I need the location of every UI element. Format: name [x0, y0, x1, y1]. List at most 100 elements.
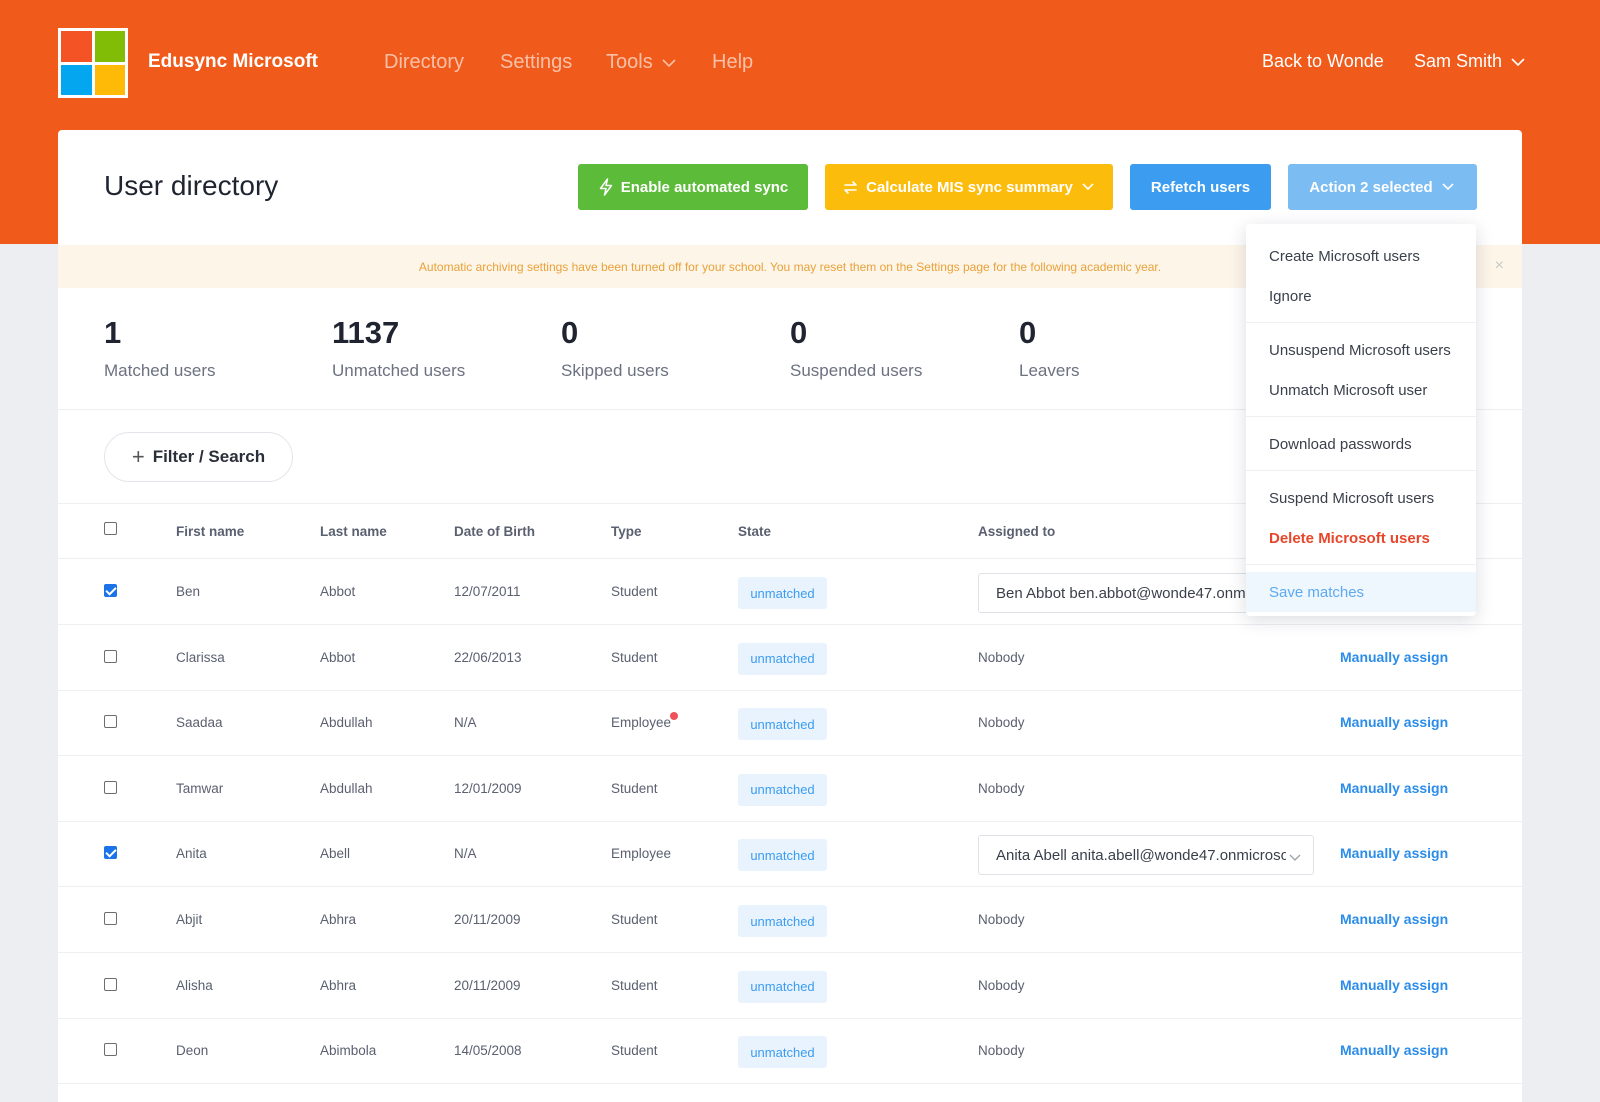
dob-cell: N/A	[454, 846, 477, 862]
brand-name: Edusync Microsoft	[148, 51, 318, 72]
state-badge: unmatched	[738, 905, 827, 937]
table-row: Tamwar Abdullah 12/01/2009 Student unmatched…	[58, 757, 1522, 822]
manually-assign-link[interactable]: Manually assign	[1340, 911, 1448, 927]
assigned-select-value: Anita Abell anita.abell@wonde47.onmicros…	[996, 846, 1286, 864]
back-to-wonde-link[interactable]: Back to Wonde	[1262, 51, 1384, 72]
menu-item-download-passwords[interactable]: Download passwords	[1246, 424, 1476, 464]
assigned-cell: Nobody	[978, 780, 1025, 796]
row-checkbox[interactable]	[104, 715, 117, 729]
table-row: Deon Abimbola 14/05/2008 Student unmatched No…	[58, 1019, 1522, 1085]
menu-item-unsuspend-microsoft-users[interactable]: Unsuspend Microsoft users	[1246, 330, 1476, 370]
state-badge: unmatched	[738, 839, 827, 872]
assigned-cell: Nobody	[978, 977, 1025, 993]
column-assigned-to[interactable]: Assigned to	[978, 524, 1055, 539]
nav-directory-label: Directory	[384, 51, 465, 73]
manually-assign-link[interactable]: Manually assign	[1340, 845, 1448, 861]
filter-search-button[interactable]: + Filter / Search	[104, 432, 293, 482]
manually-assign-link[interactable]: Manually assign	[1340, 780, 1448, 796]
select-all-checkbox[interactable]	[104, 522, 117, 535]
calculate-summary-label: Calculate MIS sync summary	[866, 178, 1073, 196]
menu-item-unmatch-microsoft-user[interactable]: Unmatch Microsoft user	[1246, 370, 1476, 410]
column-state[interactable]: State	[738, 524, 771, 539]
column-type[interactable]: Type	[611, 524, 642, 539]
menu-divider	[1246, 564, 1476, 565]
last-name-cell: Abdullah	[320, 715, 373, 731]
menu-item-create-microsoft-users[interactable]: Create Microsoft users	[1246, 236, 1476, 276]
row-checkbox[interactable]	[104, 846, 117, 860]
type-cell: Employee	[611, 846, 672, 862]
sync-icon	[844, 180, 857, 194]
nav-settings[interactable]: Settings	[500, 51, 572, 74]
assigned-cell: Nobody	[978, 649, 1025, 665]
menu-item-delete-microsoft-users[interactable]: Delete Microsoft users	[1246, 518, 1476, 558]
first-name-cell: Clarissa	[176, 649, 225, 665]
first-name-cell: Abjit	[176, 912, 203, 927]
state-badge: unmatched	[738, 577, 827, 609]
row-checkbox[interactable]	[104, 649, 117, 663]
state-badge: unmatched	[738, 970, 827, 1003]
action-selected-button[interactable]: Action 2 selected	[1288, 164, 1477, 210]
column-date-of-birth[interactable]: Date of Birth	[454, 524, 535, 539]
row-checkbox[interactable]	[104, 584, 117, 597]
stat-label: Unmatched users	[332, 361, 466, 380]
type-cell: Student	[611, 780, 658, 796]
last-name-cell: Abhra	[320, 977, 357, 993]
row-checkbox[interactable]	[104, 780, 117, 794]
stat-suspended: 0 Suspended users	[790, 315, 922, 381]
manually-assign-link[interactable]: Manually assign	[1340, 714, 1448, 730]
column-first-name[interactable]: First name	[176, 524, 244, 539]
user-name: Sam Smith	[1414, 51, 1503, 71]
column-last-name[interactable]: Last name	[320, 524, 387, 539]
nav-directory[interactable]: Directory	[384, 51, 464, 74]
menu-item-ignore[interactable]: Ignore	[1246, 276, 1476, 316]
calculate-summary-button[interactable]: Calculate MIS sync summary	[825, 164, 1113, 210]
navbar: Edusync Microsoft Directory Settings Too…	[0, 0, 1600, 128]
nav-tools-label: Tools	[606, 51, 653, 73]
type-cell: Student	[611, 912, 658, 927]
close-icon[interactable]: ×	[1495, 257, 1504, 275]
menu-item-suspend-microsoft-users[interactable]: Suspend Microsoft users	[1246, 478, 1476, 518]
stat-skipped: 0 Skipped users	[561, 315, 669, 381]
enable-sync-button[interactable]: Enable automated sync	[578, 164, 808, 210]
nav-help[interactable]: Help	[712, 51, 753, 74]
first-name-cell: Deon	[176, 1043, 209, 1059]
state-badge: unmatched	[738, 1036, 827, 1069]
logo-square	[61, 31, 92, 62]
dob-cell: N/A	[454, 715, 477, 731]
stat-label: Leavers	[1019, 361, 1080, 380]
page-title: User directory	[104, 170, 279, 201]
dob-cell: 20/11/2009	[454, 912, 521, 927]
state-badge: unmatched	[738, 642, 827, 675]
row-checkbox[interactable]	[104, 912, 117, 925]
logo-square	[94, 31, 125, 62]
back-link-label: Back to Wonde	[1262, 51, 1384, 71]
user-menu[interactable]: Sam Smith	[1414, 51, 1526, 72]
assigned-select[interactable]: Anita Abell anita.abell@wonde47.onmicros…	[978, 835, 1314, 876]
nav-settings-label: Settings	[500, 51, 573, 73]
stat-label: Suspended users	[790, 361, 923, 380]
table-row: Anita Abell N/A Employee unmatched Anita Abel…	[58, 822, 1522, 888]
row-checkbox[interactable]	[104, 1043, 117, 1057]
table-row: Abjit Abhra 20/11/2009 Student unmatched Nobo…	[58, 888, 1522, 953]
last-name-cell: Abimbola	[320, 1043, 377, 1059]
manually-assign-link[interactable]: Manually assign	[1340, 977, 1448, 993]
chevron-down-icon	[1289, 854, 1301, 862]
row-checkbox[interactable]	[104, 977, 117, 991]
menu-item-save-matches[interactable]: Save matches	[1246, 572, 1476, 612]
stat-value: 0	[790, 315, 808, 350]
action-selected-label: Action 2 selected	[1309, 178, 1433, 196]
manually-assign-link[interactable]: Manually assign	[1340, 649, 1448, 665]
nav-help-label: Help	[712, 51, 754, 73]
dob-cell: 20/11/2009	[454, 977, 521, 993]
state-badge: unmatched	[738, 773, 827, 806]
refetch-users-button[interactable]: Refetch users	[1130, 164, 1271, 210]
last-name-cell: Abbot	[320, 649, 356, 665]
menu-divider	[1246, 470, 1476, 471]
nav-tools[interactable]: Tools	[606, 51, 677, 74]
lightning-icon	[599, 178, 612, 196]
action-dropdown-menu: Create Microsoft users Ignore Unsuspend Mi…	[1246, 224, 1476, 616]
last-name-cell: Abbot	[320, 584, 356, 599]
manually-assign-link[interactable]: Manually assign	[1340, 1042, 1448, 1058]
dob-cell: 22/06/2013	[454, 649, 522, 665]
assigned-cell: Nobody	[978, 912, 1025, 927]
